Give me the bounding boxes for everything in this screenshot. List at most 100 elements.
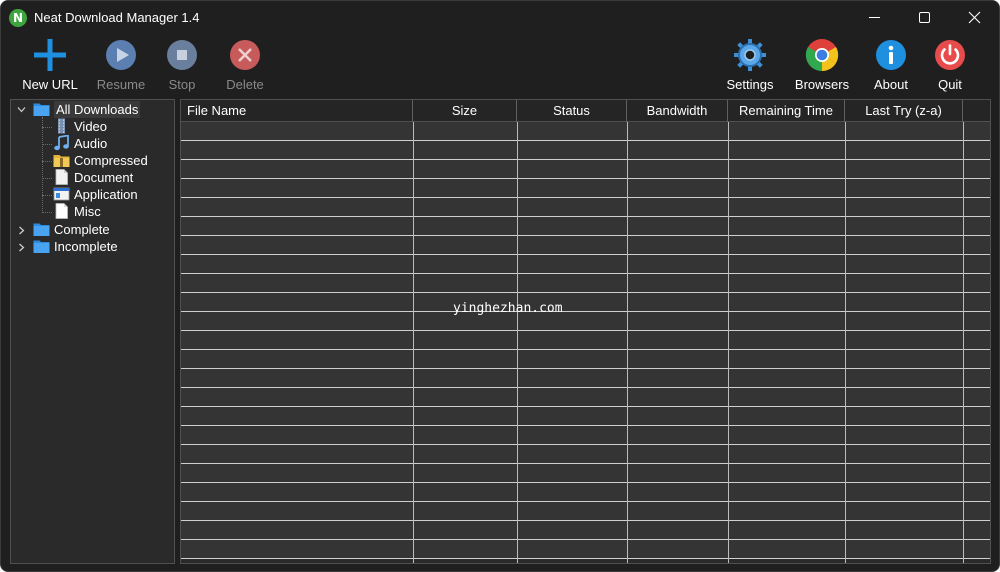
table-row[interactable] (181, 502, 990, 521)
column-header-status[interactable]: Status (517, 100, 627, 122)
tree-guide-line (42, 117, 43, 213)
table-row[interactable] (181, 141, 990, 160)
folder-icon (33, 103, 50, 116)
close-button[interactable] (950, 1, 999, 34)
tree-item-label: Document (74, 170, 134, 185)
table-body[interactable] (181, 122, 990, 563)
document-icon (55, 169, 68, 185)
column-separator (413, 122, 414, 563)
chevron-right-icon[interactable] (17, 243, 26, 252)
new-url-label: New URL (22, 77, 78, 92)
tree-item-label: Video (74, 119, 108, 134)
table-row[interactable] (181, 521, 990, 540)
column-header-filler (963, 100, 990, 122)
chevron-down-icon[interactable] (17, 105, 26, 114)
tree-item-label: Misc (74, 204, 101, 219)
delete-button[interactable]: Delete (216, 34, 274, 98)
stop-button[interactable]: Stop (156, 34, 208, 98)
quit-button[interactable]: Quit (927, 34, 973, 98)
toolbar: New URL Resume Stop Delete Settings Brow… (1, 34, 999, 98)
tree-guide-line (42, 195, 52, 196)
title-bar[interactable]: N Neat Download Manager 1.4 (1, 1, 999, 34)
table-row[interactable] (181, 331, 990, 350)
tree-guide-line (42, 144, 52, 145)
table-row[interactable] (181, 483, 990, 502)
tree-guide-line (42, 161, 52, 162)
tree-guide-line (42, 127, 52, 128)
chrome-browser-icon (805, 39, 839, 72)
close-icon (968, 11, 981, 24)
minimize-button[interactable] (850, 1, 900, 34)
stop-icon (167, 40, 197, 70)
table-row[interactable] (181, 160, 990, 179)
delete-label: Delete (226, 77, 264, 92)
table-header: File Name Size Status Bandwidth Remainin… (181, 100, 990, 122)
about-label: About (874, 77, 908, 92)
column-separator (627, 122, 628, 563)
table-row[interactable] (181, 198, 990, 217)
table-row[interactable] (181, 255, 990, 274)
table-row[interactable] (181, 407, 990, 426)
tree-guide-line (42, 212, 52, 213)
table-row[interactable] (181, 445, 990, 464)
stop-label: Stop (168, 77, 196, 92)
maximize-icon (919, 12, 930, 23)
table-row[interactable] (181, 350, 990, 369)
downloads-table[interactable]: File Name Size Status Bandwidth Remainin… (180, 99, 991, 564)
browsers-button[interactable]: Browsers (791, 34, 853, 98)
table-row[interactable] (181, 217, 990, 236)
table-row[interactable] (181, 464, 990, 483)
new-url-button[interactable]: New URL (18, 34, 82, 98)
table-row[interactable] (181, 426, 990, 445)
tree-guide-line (42, 178, 52, 179)
column-header-bandwidth[interactable]: Bandwidth (627, 100, 728, 122)
column-separator (845, 122, 846, 563)
minimize-icon (869, 17, 880, 18)
folder-icon (33, 240, 50, 253)
blank-file-icon (55, 203, 68, 219)
chevron-right-icon[interactable] (17, 226, 26, 235)
tree-item-label: All Downloads (54, 101, 141, 118)
resume-label: Resume (96, 77, 146, 92)
table-row[interactable] (181, 540, 990, 559)
quit-label: Quit (938, 77, 962, 92)
settings-label: Settings (726, 77, 774, 92)
category-tree: All Downloads Video Audio Compressed Doc… (10, 99, 175, 564)
settings-button[interactable]: Settings (720, 34, 780, 98)
archive-icon (53, 155, 70, 167)
column-header-file-name[interactable]: File Name (181, 100, 413, 122)
delete-icon (230, 40, 260, 70)
play-icon (106, 40, 136, 70)
music-note-icon (54, 135, 69, 151)
power-icon (935, 40, 965, 70)
film-icon (58, 118, 65, 134)
resume-button[interactable]: Resume (91, 34, 151, 98)
column-separator (728, 122, 729, 563)
column-header-last-try[interactable]: Last Try (z-a) (845, 100, 963, 122)
folder-icon (33, 223, 50, 236)
column-header-remaining-time[interactable]: Remaining Time (728, 100, 845, 122)
table-row[interactable] (181, 293, 990, 312)
app-logo-icon: N (9, 9, 27, 27)
about-button[interactable]: About (866, 34, 916, 98)
table-row[interactable] (181, 274, 990, 293)
table-row[interactable] (181, 388, 990, 407)
gear-icon (734, 39, 766, 71)
column-separator (517, 122, 518, 563)
table-row[interactable] (181, 122, 990, 141)
column-header-size[interactable]: Size (413, 100, 517, 122)
table-row[interactable] (181, 179, 990, 198)
browsers-label: Browsers (794, 77, 850, 92)
window-title: Neat Download Manager 1.4 (34, 10, 200, 25)
table-row[interactable] (181, 369, 990, 388)
tree-item-label: Compressed (74, 153, 148, 168)
watermark-text: yinghezhan.com (453, 301, 563, 316)
tree-item-label: Audio (74, 136, 108, 151)
maximize-button[interactable] (900, 1, 950, 34)
plus-icon (34, 39, 66, 71)
info-icon (876, 40, 906, 70)
table-row[interactable] (181, 312, 990, 331)
table-row[interactable] (181, 236, 990, 255)
tree-item-label: Incomplete (54, 239, 118, 254)
tree-item-label: Application (74, 187, 138, 202)
